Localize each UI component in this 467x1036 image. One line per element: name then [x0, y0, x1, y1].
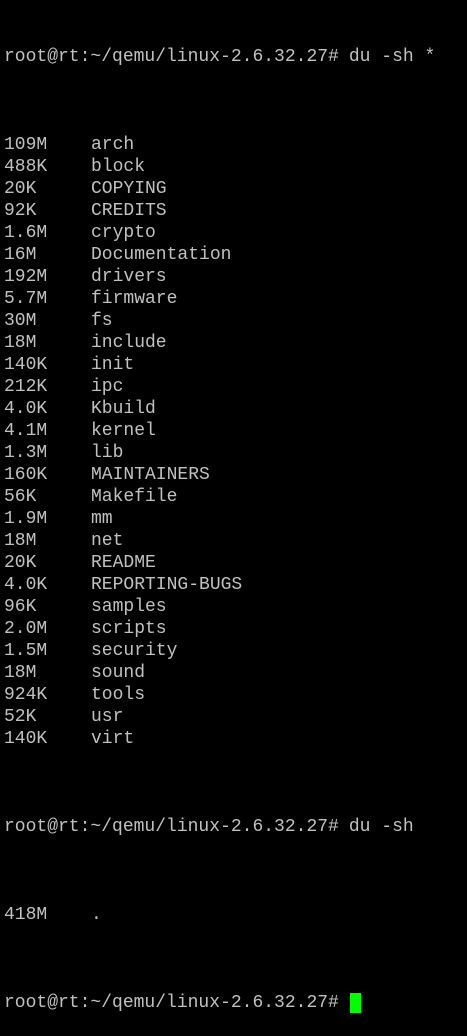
- entry-name: init: [91, 355, 135, 375]
- total-line: 418M.: [4, 904, 467, 926]
- prompt-text: root@rt:~/qemu/linux-2.6.32.27#: [4, 817, 339, 837]
- list-item: 18M sound: [4, 662, 467, 684]
- entry-size: 140K: [4, 355, 48, 375]
- list-item: 18M net: [4, 530, 467, 552]
- entry-size: 18M: [4, 333, 37, 353]
- list-item: 96K samples: [4, 596, 467, 618]
- list-item: 2.0M scripts: [4, 618, 467, 640]
- terminal-window[interactable]: root@rt:~/qemu/linux-2.6.32.27# du -sh * …: [0, 0, 467, 1013]
- entry-name: firmware: [91, 289, 178, 309]
- entry-size: 140K: [4, 729, 48, 749]
- entry-size: 1.6M: [4, 223, 48, 243]
- list-item: 140K init: [4, 354, 467, 376]
- entry-name: mm: [91, 509, 113, 529]
- terminal-cursor[interactable]: [349, 993, 361, 1013]
- list-item: 18M include: [4, 332, 467, 354]
- list-item: 20K README: [4, 552, 467, 574]
- entry-size: 92K: [4, 201, 37, 221]
- entry-name: usr: [91, 707, 124, 727]
- entry-size: 1.3M: [4, 443, 48, 463]
- entry-size: 18M: [4, 531, 37, 551]
- entry-size: 160K: [4, 465, 48, 485]
- entry-size: 1.5M: [4, 641, 48, 661]
- entry-size: 4.0K: [4, 575, 48, 595]
- entry-name: CREDITS: [91, 201, 167, 221]
- entry-name: .: [91, 905, 102, 925]
- list-item: 109M arch: [4, 134, 467, 156]
- prompt-text: root@rt:~/qemu/linux-2.6.32.27#: [4, 47, 339, 67]
- entry-name: samples: [91, 597, 167, 617]
- list-item: 1.3M lib: [4, 442, 467, 464]
- entry-name: tools: [91, 685, 146, 705]
- entry-name: virt: [91, 729, 135, 749]
- entry-name: block: [91, 157, 146, 177]
- entry-name: fs: [91, 311, 113, 331]
- prompt-line-2: root@rt:~/qemu/linux-2.6.32.27# du -sh: [4, 816, 467, 838]
- entry-size: 4.0K: [4, 399, 48, 419]
- list-item: 192M drivers: [4, 266, 467, 288]
- entry-name: kernel: [91, 421, 156, 441]
- entry-name: scripts: [91, 619, 167, 639]
- entry-name: Makefile: [91, 487, 178, 507]
- entry-size: 488K: [4, 157, 48, 177]
- entry-size: 212K: [4, 377, 48, 397]
- entry-size: 4.1M: [4, 421, 48, 441]
- entry-size: 20K: [4, 179, 37, 199]
- entry-size: 5.7M: [4, 289, 48, 309]
- entry-name: COPYING: [91, 179, 167, 199]
- entry-name: REPORTING-BUGS: [91, 575, 243, 595]
- list-item: 924K tools: [4, 684, 467, 706]
- entry-size: 56K: [4, 487, 37, 507]
- entry-name: security: [91, 641, 178, 661]
- list-item: 16M Documentation: [4, 244, 467, 266]
- list-item: 4.1M kernel: [4, 420, 467, 442]
- entry-name: Documentation: [91, 245, 232, 265]
- entry-size: 18M: [4, 663, 37, 683]
- entry-size: 109M: [4, 135, 48, 155]
- list-item: 5.7M firmware: [4, 288, 467, 310]
- list-item: 52K usr: [4, 706, 467, 728]
- prompt-text: root@rt:~/qemu/linux-2.6.32.27#: [4, 993, 339, 1013]
- list-item: 1.5M security: [4, 640, 467, 662]
- entry-size: 2.0M: [4, 619, 48, 639]
- output-list: 109M arch 488K block 20K COPYING 92K CREDITS 1.6…: [4, 134, 467, 750]
- entry-name: lib: [91, 443, 124, 463]
- entry-name: README: [91, 553, 156, 573]
- list-item: 4.0K REPORTING-BUGS: [4, 574, 467, 596]
- entry-size: 1.9M: [4, 509, 48, 529]
- list-item: 56K Makefile: [4, 486, 467, 508]
- entry-name: ipc: [91, 377, 124, 397]
- entry-size: 30M: [4, 311, 37, 331]
- entry-name: drivers: [91, 267, 167, 287]
- entry-name: MAINTAINERS: [91, 465, 210, 485]
- entry-size: 52K: [4, 707, 37, 727]
- prompt-line-1: root@rt:~/qemu/linux-2.6.32.27# du -sh *: [4, 46, 467, 68]
- list-item: 20K COPYING: [4, 178, 467, 200]
- list-item: 4.0K Kbuild: [4, 398, 467, 420]
- entry-size: 192M: [4, 267, 48, 287]
- entry-size: 20K: [4, 553, 37, 573]
- command-text: du -sh: [348, 817, 414, 837]
- entry-name: sound: [91, 663, 146, 683]
- command-text: du -sh *: [348, 47, 436, 67]
- list-item: 488K block: [4, 156, 467, 178]
- list-item: 212K ipc: [4, 376, 467, 398]
- entry-name: Kbuild: [91, 399, 156, 419]
- entry-size: 418M: [4, 905, 48, 925]
- entry-size: 924K: [4, 685, 48, 705]
- entry-name: include: [91, 333, 167, 353]
- list-item: 1.6M crypto: [4, 222, 467, 244]
- entry-name: net: [91, 531, 124, 551]
- list-item: 160K MAINTAINERS: [4, 464, 467, 486]
- list-item: 1.9M mm: [4, 508, 467, 530]
- entry-size: 16M: [4, 245, 37, 265]
- prompt-line-3: root@rt:~/qemu/linux-2.6.32.27#: [4, 992, 467, 1014]
- entry-name: arch: [91, 135, 135, 155]
- list-item: 30M fs: [4, 310, 467, 332]
- entry-size: 96K: [4, 597, 37, 617]
- entry-name: crypto: [91, 223, 156, 243]
- list-item: 140K virt: [4, 728, 467, 750]
- list-item: 92K CREDITS: [4, 200, 467, 222]
